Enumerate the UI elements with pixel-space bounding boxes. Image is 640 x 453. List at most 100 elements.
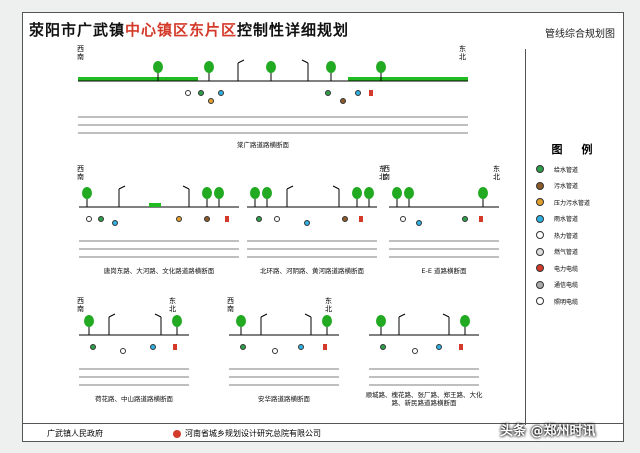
pipe-symbol <box>355 90 361 96</box>
pipe-symbol <box>340 98 346 104</box>
section-label-2: 唐岗东路、大河路、文化路道路横断面 <box>103 267 215 275</box>
tree-icon <box>404 187 414 207</box>
pipe-symbol <box>298 344 304 350</box>
tree-icon <box>236 315 246 335</box>
legend-symbol-icon <box>526 264 554 273</box>
pipe-symbol <box>218 90 224 96</box>
pipe-symbol <box>176 216 182 222</box>
pipe-symbol <box>240 344 246 350</box>
legend-item: 污水管道 <box>526 178 622 195</box>
pipe-symbol <box>304 220 310 226</box>
pipe-symbol <box>120 348 126 354</box>
pipe-symbol <box>86 216 92 222</box>
tree-icon <box>478 187 488 207</box>
section-label-3: 北环路、河阴路、黄河路道路横断面 <box>260 267 364 275</box>
legend-item: 压力污水管道 <box>526 194 622 211</box>
legend-label: 通信电缆 <box>554 282 579 290</box>
tree-icon <box>326 61 336 81</box>
title-part-3: 控制性详细规划 <box>237 21 350 39</box>
street-lamp-icon <box>118 185 126 207</box>
pipe-symbol <box>479 216 483 222</box>
title-part-2: 中心镇区东片区 <box>125 21 238 39</box>
pipe-symbol <box>185 90 191 96</box>
green-belt-left <box>78 77 198 81</box>
pipe-symbol <box>359 216 363 222</box>
sheet-name: 管线综合规划图 <box>545 29 615 40</box>
pipe-symbol <box>380 344 386 350</box>
tree-icon <box>460 315 470 335</box>
green-belt-right <box>348 77 468 81</box>
cross-section-6 <box>229 313 339 386</box>
east-label-4: 东北 <box>493 165 500 181</box>
tree-icon <box>82 187 92 207</box>
section-label-1: 棠广路道路横断面 <box>237 141 289 149</box>
legend: 图 例 给水管道污水管道压力污水管道雨水管道热力管道燃气管道电力电缆通信电缆照明… <box>525 49 622 425</box>
street-lamp-icon <box>237 59 245 81</box>
section-label-6: 安华路道路横断面 <box>258 395 310 403</box>
pipe-symbol <box>225 216 229 222</box>
tree-icon <box>250 187 260 207</box>
section-label-5: 荷花路、中山路道路横断面 <box>95 395 173 403</box>
pipe-symbol <box>462 216 468 222</box>
pipe-symbol <box>412 348 418 354</box>
pipe-symbol <box>173 344 177 350</box>
pipe-symbol <box>274 216 280 222</box>
legend-symbol-icon <box>526 181 554 190</box>
street-lamp-icon <box>182 185 190 207</box>
legend-symbol-icon <box>526 297 554 306</box>
legend-label: 热力管道 <box>554 232 579 240</box>
legend-label: 给水管道 <box>554 166 579 174</box>
west-label-4: 西南 <box>383 165 390 181</box>
pipe-symbol <box>342 216 348 222</box>
legend-item: 雨水管道 <box>526 211 622 228</box>
legend-symbol-icon <box>526 231 554 240</box>
tree-icon <box>214 187 224 207</box>
street-lamp-icon <box>304 313 312 335</box>
pipe-symbol <box>112 220 118 226</box>
street-lamp-icon <box>260 313 268 335</box>
pipe-symbol <box>325 90 331 96</box>
tree-icon <box>84 315 94 335</box>
pipe-symbol <box>204 216 210 222</box>
pipe-symbol <box>272 348 278 354</box>
pipe-symbol <box>369 90 373 96</box>
legend-item: 热力管道 <box>526 227 622 244</box>
section-label-7: 顺城路、槐花路、张厂路、郑王路、大化路、新民路道路横断面 <box>365 391 483 407</box>
legend-label: 照明电缆 <box>554 298 579 306</box>
legend-symbol-icon <box>526 214 554 223</box>
street-lamp-icon <box>108 313 116 335</box>
tree-icon <box>322 315 332 335</box>
tree-icon <box>262 187 272 207</box>
pipe-symbol <box>323 344 327 350</box>
pipe-symbol <box>459 344 463 350</box>
street-lamp-icon <box>301 59 309 81</box>
cross-section-7 <box>369 313 479 386</box>
page-title: 荥阳市广武镇中心镇区东片区控制性详细规划 <box>29 19 429 40</box>
pipe-symbol <box>416 220 422 226</box>
street-lamp-icon <box>286 185 294 207</box>
median-green <box>149 203 161 207</box>
pipe-symbol <box>400 216 406 222</box>
west-label-2: 西南 <box>77 165 84 181</box>
legend-symbol-icon <box>526 165 554 174</box>
legend-label: 污水管道 <box>554 183 579 191</box>
title-part-1: 荥阳市广武镇 <box>29 21 126 39</box>
legend-item: 电力电缆 <box>526 260 622 277</box>
legend-title: 图 例 <box>551 143 597 156</box>
legend-label: 燃气管道 <box>554 249 579 257</box>
tree-icon <box>364 187 374 207</box>
tree-icon <box>172 315 182 335</box>
cross-section-3 <box>247 185 377 258</box>
section-label-4: E-E 道路横断面 <box>421 267 467 275</box>
legend-label: 雨水管道 <box>554 216 579 224</box>
street-lamp-icon <box>332 185 340 207</box>
pipe-symbol <box>208 98 214 104</box>
street-lamp-icon <box>398 313 406 335</box>
tree-icon <box>202 187 212 207</box>
tree-icon <box>352 187 362 207</box>
institute-logo-icon <box>173 429 181 438</box>
watermark: 头条 @郑州时讯 <box>500 424 596 439</box>
pipe-symbol <box>90 344 96 350</box>
designer-block: 河南省城乡规划设计研究总院有限公司 <box>173 428 321 439</box>
client-name: 广武镇人民政府 <box>47 429 103 438</box>
